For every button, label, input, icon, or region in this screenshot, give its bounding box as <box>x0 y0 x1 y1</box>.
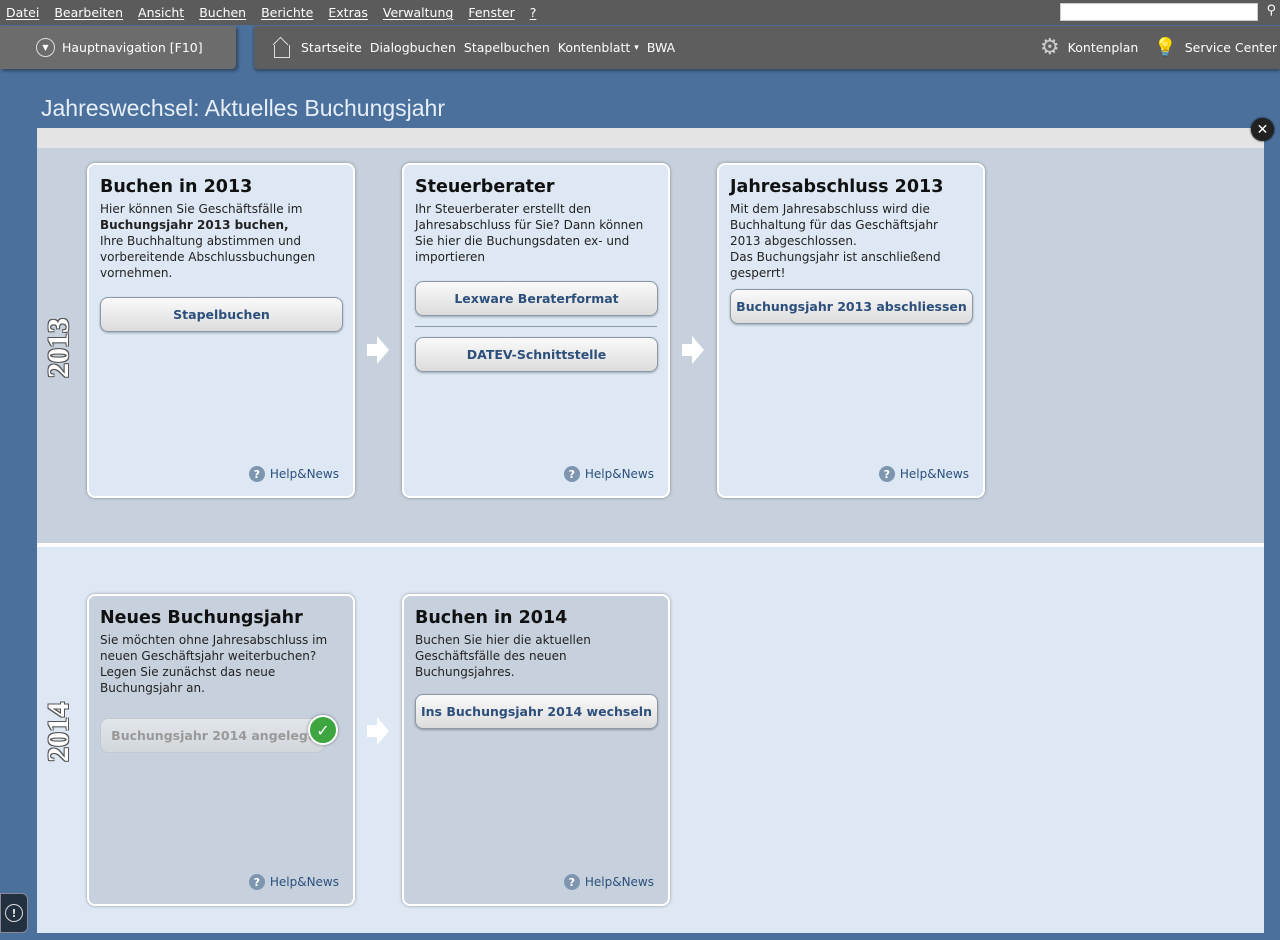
section-2014: 2014 Neues Buchungsjahr Sie möchten ohne… <box>37 547 1264 933</box>
card-title: Steuerberater <box>415 177 555 197</box>
arrow-right-icon <box>682 336 704 364</box>
menu-help[interactable]: ? <box>530 5 537 20</box>
datev-schnittstelle-button[interactable]: DATEV-Schnittstelle <box>415 337 658 372</box>
home-icon[interactable] <box>273 37 291 59</box>
card-text: Hier können Sie Geschäftsfälle im Buchung… <box>100 202 316 280</box>
arrow-right-icon <box>367 717 389 745</box>
card-title: Neues Buchungsjahr <box>100 608 303 628</box>
nav-stapelbuchen[interactable]: Stapelbuchen <box>464 40 550 55</box>
help-news-link[interactable]: ? Help&News <box>563 874 654 890</box>
card-text: Ihr Steuerberater erstellt den Jahresabs… <box>415 202 644 264</box>
main-navigation-label: Hauptnavigation [F10] <box>62 40 203 55</box>
nav-dialogbuchen[interactable]: Dialogbuchen <box>370 40 456 55</box>
lexware-beraterformat-button[interactable]: Lexware Beraterformat <box>415 281 658 316</box>
menu-bearbeiten[interactable]: Bearbeiten <box>54 5 123 20</box>
card-jahresabschluss-2013: Jahresabschluss 2013 Mit dem Jahresabsch… <box>717 163 985 498</box>
menu-buchen[interactable]: Buchen <box>199 5 246 20</box>
card-steuerberater: Steuerberater Ihr Steuerberater erstellt… <box>402 163 670 498</box>
card-buchen-2013: Buchen in 2013 Hier können Sie Geschäfts… <box>87 163 355 498</box>
help-news-link[interactable]: ? Help&News <box>563 466 654 482</box>
menu-datei[interactable]: Datei <box>6 5 39 20</box>
year-label: 2013 <box>42 318 75 378</box>
section-2013: 2013 Buchen in 2013 Hier können Sie Gesc… <box>37 148 1264 547</box>
card-neues-buchungsjahr: Neues Buchungsjahr Sie möchten ohne Jahr… <box>87 594 355 906</box>
help-news-link[interactable]: ? Help&News <box>878 466 969 482</box>
menu-fenster[interactable]: Fenster <box>468 5 514 20</box>
search-icon[interactable]: ⚲ <box>1266 3 1276 18</box>
nav-kontenblatt[interactable]: Kontenblatt <box>558 40 631 55</box>
menu-bar: Datei Bearbeiten Ansicht Buchen Berichte… <box>0 0 1280 25</box>
menu-extras[interactable]: Extras <box>328 5 368 20</box>
lightbulb-icon[interactable]: 💡 <box>1154 37 1176 58</box>
help-icon: ? <box>248 466 265 482</box>
buchungsjahr-angelegt-button: Buchungsjahr 2014 angelegt <box>100 718 325 753</box>
year-change-panel: 2013 Buchen in 2013 Hier können Sie Gesc… <box>37 128 1264 933</box>
search-input[interactable] <box>1060 3 1258 21</box>
nav-service-center[interactable]: Service Center <box>1185 40 1277 55</box>
menu-ansicht[interactable]: Ansicht <box>138 5 184 20</box>
help-icon: ? <box>563 874 580 890</box>
card-buchen-2014: Buchen in 2014 Buchen Sie hier die aktue… <box>402 594 670 906</box>
card-title: Jahresabschluss 2013 <box>730 177 944 197</box>
kontenblatt-dropdown-icon[interactable]: ▾ <box>634 43 639 53</box>
nav-startseite[interactable]: Startseite <box>301 40 362 55</box>
info-button[interactable]: ! <box>0 893 28 933</box>
info-icon: ! <box>5 904 23 922</box>
main-navigation-button[interactable]: ▼ Hauptnavigation [F10] <box>0 26 236 69</box>
year-label: 2014 <box>42 702 75 762</box>
nav-bwa[interactable]: BWA <box>647 40 675 55</box>
jahr-abschliessen-button[interactable]: Buchungsjahr 2013 abschliessen <box>730 289 973 324</box>
card-title: Buchen in 2013 <box>100 177 253 197</box>
nav-kontenplan[interactable]: Kontenplan <box>1068 40 1139 55</box>
help-icon: ? <box>563 466 580 482</box>
page-title: Jahreswechsel: Aktuelles Buchungsjahr <box>41 95 446 121</box>
gear-icon[interactable]: ⚙ <box>1040 35 1060 60</box>
card-warning-text: Das Buchungsjahr ist anschließend gesper… <box>730 250 941 280</box>
card-text: Mit dem Jahresabschluss wird die Buchhal… <box>730 202 938 248</box>
chevron-down-icon: ▼ <box>36 38 55 57</box>
help-icon: ? <box>248 874 265 890</box>
menu-berichte[interactable]: Berichte <box>261 5 313 20</box>
quick-nav-bar: Startseite Dialogbuchen Stapelbuchen Kon… <box>254 26 1280 69</box>
card-title: Buchen in 2014 <box>415 608 568 628</box>
arrow-right-icon <box>367 336 389 364</box>
card-text: Sie möchten ohne Jahresabschluss im neue… <box>100 633 328 695</box>
stapelbuchen-button[interactable]: Stapelbuchen <box>100 297 343 332</box>
panel-header-strip <box>37 128 1264 148</box>
help-news-link[interactable]: ? Help&News <box>248 466 339 482</box>
help-news-link[interactable]: ? Help&News <box>248 874 339 890</box>
divider <box>415 326 657 327</box>
close-icon[interactable]: ✕ <box>1251 118 1274 141</box>
card-text: Buchen Sie hier die aktuellen Geschäftsf… <box>415 633 591 679</box>
jahr-wechseln-button[interactable]: Ins Buchungsjahr 2014 wechseln <box>415 694 658 729</box>
menu-verwaltung[interactable]: Verwaltung <box>383 5 453 20</box>
help-icon: ? <box>878 466 895 482</box>
checkmark-icon: ✓ <box>308 715 338 745</box>
